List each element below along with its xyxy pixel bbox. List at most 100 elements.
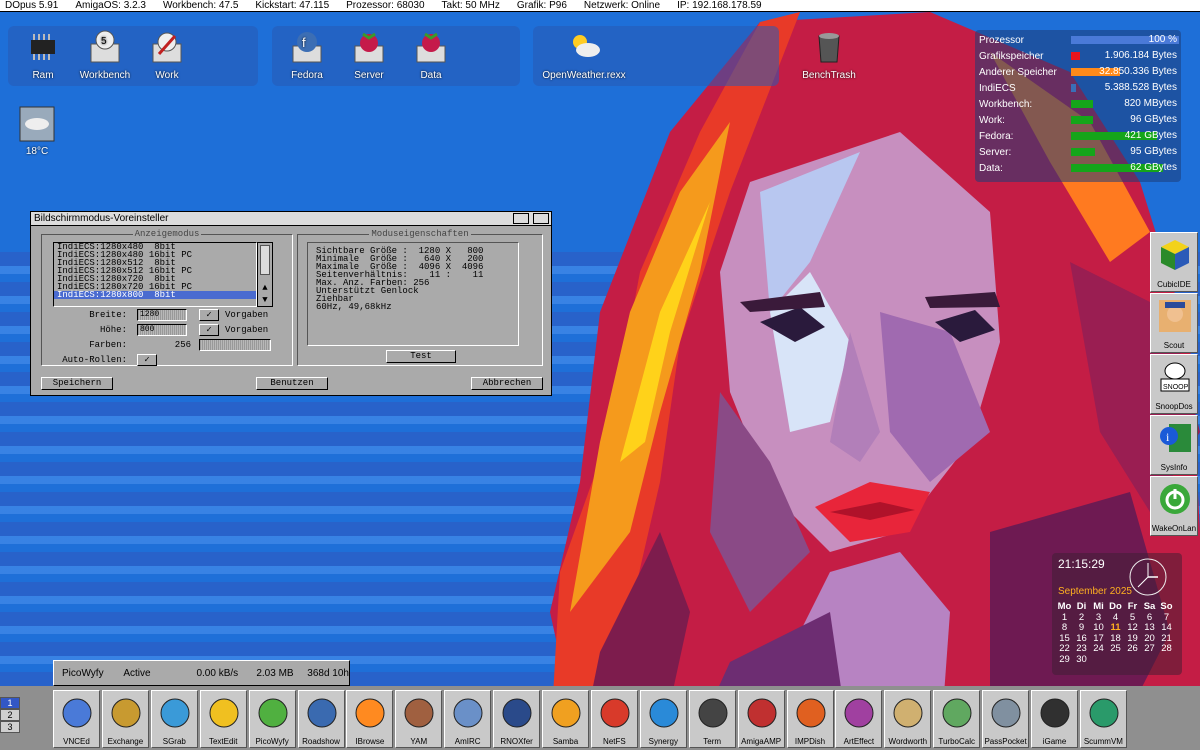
yam-icon — [404, 698, 434, 728]
weekday-label: Do — [1109, 601, 1122, 612]
side-item-cubicide[interactable]: CubicIDE — [1150, 232, 1198, 292]
desk-icon-data[interactable]: Data — [402, 28, 460, 86]
desk-icon-openweather[interactable]: OpenWeather.rexx — [539, 28, 629, 86]
menubar-item: Kickstart: 47.115 — [255, 0, 330, 11]
calendar-day: 20 — [1144, 632, 1155, 644]
info-row: Work: 96 GBytes — [979, 113, 1179, 127]
width-default-label: Vorgaben — [225, 310, 269, 320]
dock-button-igame[interactable]: iGame — [1031, 690, 1078, 748]
scout-icon — [1159, 300, 1191, 332]
analog-clock-icon — [1129, 558, 1167, 596]
calendar-day: 10 — [1093, 622, 1104, 633]
dock-button-label: NetFS — [603, 737, 626, 746]
terminal-icon — [698, 698, 728, 728]
desk-icon-fedora[interactable]: f Fedora — [278, 28, 336, 86]
dock-button-textedit[interactable]: TextEdit — [199, 690, 247, 748]
group-title: Moduseigenschaften — [369, 229, 471, 239]
screen-number-button[interactable]: 1 — [0, 697, 20, 709]
use-button[interactable]: Benutzen — [256, 377, 328, 390]
dock-button-roadshow[interactable]: Roadshow — [297, 690, 345, 748]
calendar-week-row: 1234567 — [1056, 612, 1176, 623]
mode-list-item-selected[interactable]: IndiECS:1280x800 8bit — [54, 291, 256, 300]
dock-button-yam[interactable]: YAM — [395, 690, 443, 748]
cancel-button[interactable]: Abbrechen — [471, 377, 543, 390]
mode-list[interactable]: IndiECS:1280x480 8bit IndiECS:1280x480 1… — [53, 242, 257, 307]
calendar-month: September 2025 — [1058, 586, 1132, 597]
dock-button-label: SGrab — [162, 737, 186, 746]
dock-button-label: PicoWyfy — [255, 737, 289, 746]
menubar-item[interactable]: DOpus 5.91 — [0, 0, 58, 11]
dock-button-synergy[interactable]: Synergy — [639, 690, 687, 748]
side-item-sysinfo[interactable]: i SysInfo — [1150, 415, 1198, 475]
calendar-day: 7 — [1163, 611, 1170, 623]
dock-button-exchange[interactable]: Exchange — [101, 690, 149, 748]
clock-time: 21:15:29 — [1058, 557, 1105, 571]
width-input[interactable]: 1280 — [137, 309, 187, 321]
weather-widget[interactable]: 18°C — [8, 104, 66, 162]
dock-button-rnoxfer[interactable]: RNOXfer — [493, 690, 541, 748]
test-button[interactable]: Test — [386, 350, 456, 363]
mode-list-scrollbar[interactable]: ▲ ▼ — [257, 242, 273, 307]
menubar-item: IP: 192.168.178.59 — [677, 0, 762, 11]
dock-button-vnced[interactable]: VNCEd — [53, 690, 100, 748]
dock-button-passpocket[interactable]: PassPocket — [982, 690, 1030, 748]
dock-button-turbocalc[interactable]: TurboCalc — [933, 690, 981, 748]
side-dock: CubicIDE Scout SNOOP SnoopDos i SysInfo … — [1148, 232, 1200, 536]
info-bar-fill — [1071, 116, 1093, 124]
screen-number-button[interactable]: 3 — [0, 721, 20, 733]
calendar-day: 5 — [1129, 611, 1136, 623]
dock-button-scummvm[interactable]: ScummVM — [1079, 690, 1127, 748]
side-item-snoopdos[interactable]: SNOOP SnoopDos — [1150, 354, 1198, 414]
window-titlebar[interactable]: Bildschirmmodus-Voreinsteller — [31, 212, 551, 226]
desk-icon-workbench[interactable]: 5 Workbench — [76, 28, 134, 86]
dock-button-label: VNCEd — [63, 737, 90, 746]
info-bar-fill — [1071, 100, 1093, 108]
scroll-down-icon[interactable]: ▼ — [258, 296, 272, 306]
screen-number-button[interactable]: 2 — [0, 709, 20, 721]
info-value: 421 GBytes — [1124, 130, 1177, 141]
dock-button-netfs[interactable]: NetFS — [590, 690, 638, 748]
trash-icon — [818, 33, 840, 63]
dock-button-label: TurboCalc — [938, 737, 975, 746]
dock-button-amigaamp[interactable]: AmigaAMP — [737, 690, 785, 748]
desk-icon-work[interactable]: Work — [138, 28, 196, 86]
dock-button-term[interactable]: Term — [688, 690, 736, 748]
depth-gadget-icon[interactable] — [513, 213, 529, 224]
screen-switcher: 1 2 3 — [0, 697, 20, 733]
side-item-label: Scout — [1163, 341, 1185, 350]
dock-button-samba[interactable]: Samba — [542, 690, 589, 748]
desk-icon-server[interactable]: Server — [340, 28, 398, 86]
scroll-up-icon[interactable]: ▲ — [258, 284, 272, 294]
weekday-label: Di — [1076, 601, 1087, 612]
mode-properties-box: Sichtbare Größe : 1280 X 800 Minimale Gr… — [307, 242, 519, 346]
dock-button-wordworth[interactable]: Wordworth — [884, 690, 932, 748]
side-item-scout[interactable]: Scout — [1150, 293, 1198, 353]
colors-slider[interactable] — [199, 339, 271, 351]
side-item-wakeonlan[interactable]: WakeOnLan — [1150, 476, 1198, 536]
autoscroll-checkbox[interactable]: ✓ — [137, 354, 157, 366]
desk-icon-benchtrash[interactable]: BenchTrash — [800, 28, 858, 86]
dock-button-picowyfy[interactable]: PicoWyfy — [248, 690, 296, 748]
scrollbar-knob[interactable] — [260, 245, 270, 275]
desk-icon-ram[interactable]: Ram — [14, 28, 72, 86]
dock-button-ibrowse[interactable]: IBrowse — [346, 690, 394, 748]
zoom-gadget-icon[interactable] — [533, 213, 549, 224]
info-bar-track: 1.906.184 Bytes — [1071, 50, 1179, 61]
info-label: Workbench: — [979, 98, 1033, 110]
width-default-checkbox[interactable]: ✓ — [199, 309, 219, 321]
dock-button-amirc[interactable]: AmIRC — [444, 690, 492, 748]
work-disk-icon — [152, 32, 182, 63]
height-default-checkbox[interactable]: ✓ — [199, 324, 219, 336]
status-size: 2.03 MB — [256, 667, 294, 679]
height-input[interactable]: 800 — [137, 324, 187, 336]
picowyfy-status-strip: PicoWyfy Active 0.00 kB/s 2.03 MB 368d 1… — [53, 660, 350, 686]
save-button[interactable]: Speichern — [41, 377, 113, 390]
dock-button-sgrab[interactable]: SGrab — [150, 690, 198, 748]
calendar-weekday-row: Mo Di Mi Do Fr Sa So — [1056, 601, 1176, 612]
sysinfo-icon: i — [1160, 424, 1191, 452]
dock-button-arteffect[interactable]: ArtEffect — [835, 690, 883, 748]
calendar-day: 19 — [1127, 632, 1138, 644]
ibrowse-icon — [355, 698, 385, 728]
dock-button-impdish[interactable]: IMPDish — [786, 690, 834, 748]
system-info-panel: Prozessor 100 % Grafikspeicher 1.906.184 By… — [975, 30, 1181, 182]
